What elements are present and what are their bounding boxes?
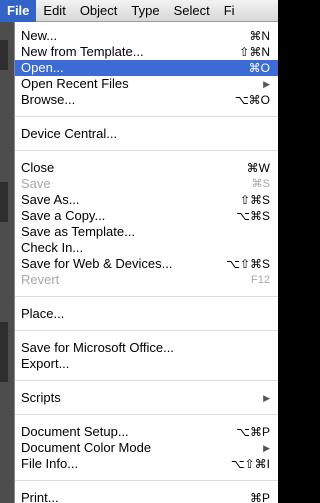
menu-bar: File Edit Object Type Select Fi [0,0,278,22]
menu-separator [15,116,278,117]
menu-item-shortcut: ⌘N [249,29,270,43]
menu-item-document-setup[interactable]: Document Setup... ⌥⌘P [15,424,278,440]
menu-item-save-a-copy[interactable]: Save a Copy... ⌥⌘S [15,208,278,224]
menu-item-open[interactable]: Open... ⌘O [15,60,278,76]
menubar-item-fi[interactable]: Fi [217,0,242,22]
menu-item-shortcut: ⌥⌘P [236,425,270,439]
menu-item-scripts[interactable]: Scripts ▶ [15,390,278,406]
menu-item-label: Scripts [21,390,61,405]
menu-item-shortcut: ⌥⌘S [236,209,270,223]
menu-item-file-info[interactable]: File Info... ⌥⇧⌘I [15,456,278,472]
menu-item-check-in[interactable]: Check In... [15,240,278,256]
submenu-arrow-icon: ▶ [263,443,270,453]
menubar-item-type[interactable]: Type [124,0,166,22]
menu-item-export[interactable]: Export... [15,356,278,372]
menu-item-label: Revert [21,272,60,287]
menu-item-label: Document Setup... [21,424,129,439]
menu-item-label: Save a Copy... [21,208,106,223]
menu-item-label: New... [21,28,58,43]
menu-item-new[interactable]: New... ⌘N [15,28,278,44]
menu-item-label: New from Template... [21,44,144,59]
menu-item-label: Save as Template... [21,224,135,239]
menu-item-label: Document Color Mode [21,440,152,455]
menu-item-print[interactable]: Print... ⌘P [15,490,278,503]
submenu-arrow-icon: ▶ [263,393,270,403]
menubar-item-object[interactable]: Object [73,0,125,22]
menu-separator [15,150,278,151]
menu-item-shortcut: ⌥⌘O [234,93,270,107]
menu-item-shortcut: ⌘W [246,161,270,175]
menu-item-save-for-web-devices[interactable]: Save for Web & Devices... ⌥⇧⌘S [15,256,278,272]
menu-item-save-as-template[interactable]: Save as Template... [15,224,278,240]
menu-item-shortcut: ⇧⌘N [239,45,270,59]
menu-item-label: Print... [21,490,59,503]
menu-item-label: Export... [21,356,70,371]
menu-separator [15,296,278,297]
menu-item-label: Save As... [21,192,80,207]
menu-item-browse[interactable]: Browse... ⌥⌘O [15,92,278,108]
menu-item-place[interactable]: Place... [15,306,278,322]
menubar-item-edit[interactable]: Edit [36,0,72,22]
menu-item-label: Place... [21,306,65,321]
menu-separator [15,480,278,481]
file-menu: New... ⌘N New from Template... ⇧⌘N Open... ⌘O… [14,22,278,503]
menu-separator [15,330,278,331]
submenu-arrow-icon: ▶ [263,79,270,89]
menu-item-label: Open... [21,60,64,75]
file-menu-list: New... ⌘N New from Template... ⇧⌘N Open... ⌘O… [15,28,278,503]
menu-item-shortcut: ⌘O [248,61,270,75]
menu-item-open-recent-files[interactable]: Open Recent Files ▶ [15,76,278,92]
menu-item-shortcut: ⌘S [251,178,270,190]
menu-separator [15,380,278,381]
menubar-item-file[interactable]: File [0,0,37,22]
menu-item-label: Open Recent Files [21,76,129,91]
menu-item-label: Save for Microsoft Office... [21,340,174,355]
menu-item-label: Browse... [21,92,76,107]
menu-separator [15,414,278,415]
menu-item-revert: Revert F12 [15,272,278,288]
menu-item-label: Save for Web & Devices... [21,256,173,271]
menu-item-label: Check In... [21,240,84,255]
menu-item-label: Save [21,176,51,191]
background-window [0,22,14,503]
menu-item-close[interactable]: Close ⌘W [15,160,278,176]
menu-item-document-color-mode[interactable]: Document Color Mode ▶ [15,440,278,456]
menu-item-shortcut: F12 [251,274,270,286]
menu-item-device-central[interactable]: Device Central... [15,126,278,142]
menu-item-shortcut: ⌘P [249,491,270,503]
menubar-item-select[interactable]: Select [167,0,217,22]
menu-item-save-for-microsoft-office[interactable]: Save for Microsoft Office... [15,340,278,356]
menu-item-new-from-template[interactable]: New from Template... ⇧⌘N [15,44,278,60]
menu-item-label: File Info... [21,456,79,471]
menu-item-label: Close [21,160,55,175]
menu-item-shortcut: ⌥⇧⌘I [230,457,270,471]
menu-item-save-as[interactable]: Save As... ⇧⌘S [15,192,278,208]
menu-item-label: Device Central... [21,126,118,141]
menu-item-shortcut: ⇧⌘S [239,193,270,207]
menu-item-shortcut: ⌥⇧⌘S [226,257,270,271]
menu-item-save: Save ⌘S [15,176,278,192]
